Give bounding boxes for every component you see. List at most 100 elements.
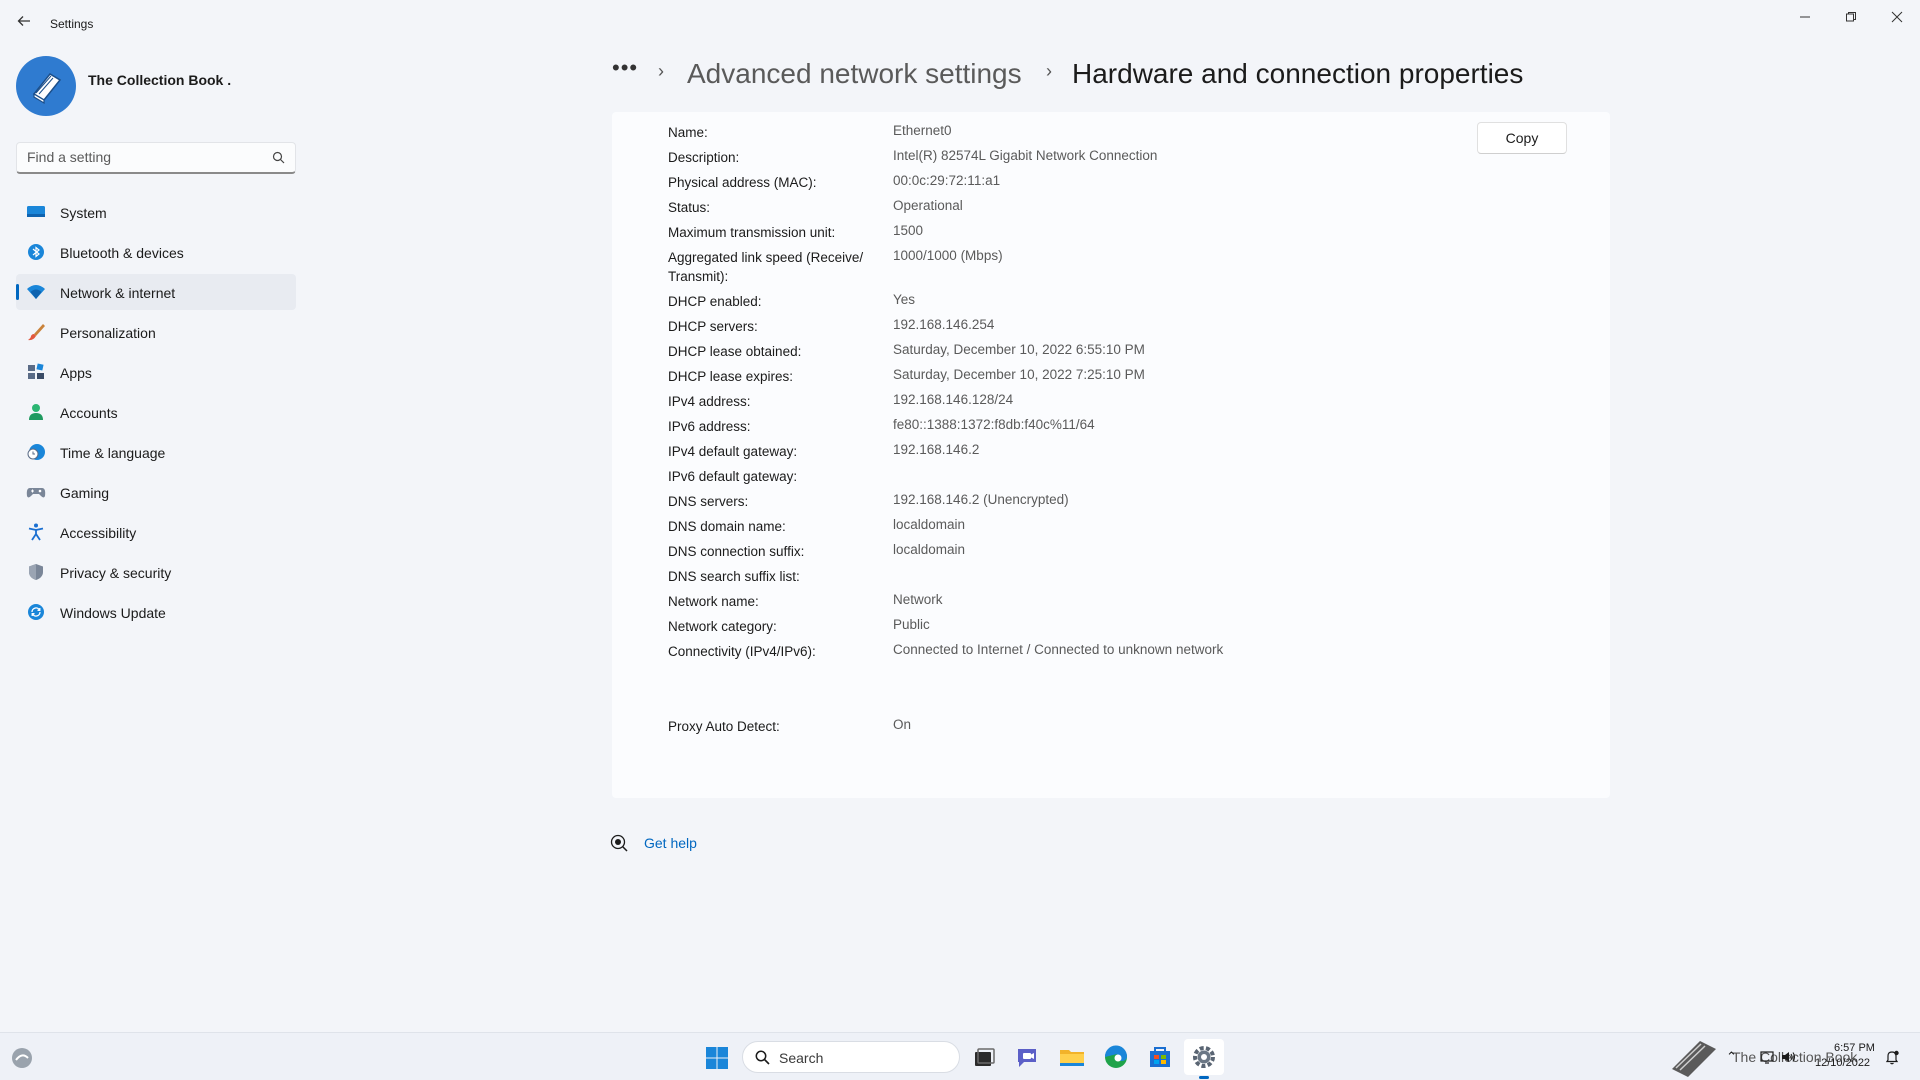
sidebar-item-label: Network & internet <box>60 285 176 301</box>
property-label: DHCP servers: <box>668 319 758 334</box>
close-button[interactable] <box>1874 4 1920 34</box>
window-title: Settings <box>50 17 94 31</box>
breadcrumb-parent-link[interactable]: Advanced network settings <box>687 58 1022 90</box>
sidebar-nav: System Bluetooth & devices Network & int… <box>16 194 296 634</box>
property-value: localdomain <box>893 542 966 557</box>
sidebar-item-label: Gaming <box>60 485 110 501</box>
back-arrow-icon[interactable] <box>12 12 36 36</box>
windows-logo-icon <box>706 1047 728 1069</box>
property-label: Name: <box>668 125 708 140</box>
page-title: Hardware and connection properties <box>1072 58 1524 89</box>
property-label: Proxy Auto Detect: <box>668 719 780 734</box>
property-label: DNS domain name: <box>668 519 786 534</box>
start-button[interactable] <box>705 1046 729 1075</box>
property-value: Saturday, December 10, 2022 7:25:10 PM <box>893 367 1145 382</box>
get-help-link[interactable]: Get help <box>644 835 697 851</box>
sidebar-item-system[interactable]: System <box>16 194 296 230</box>
property-value: Operational <box>893 198 963 213</box>
notification-bell-icon[interactable] <box>1884 1049 1900 1070</box>
wifi-icon <box>26 283 46 301</box>
property-label: IPv6 address: <box>668 419 751 434</box>
property-value: 1000/1000 (Mbps) <box>893 248 1003 263</box>
property-label: Status: <box>668 200 711 215</box>
title-bar: Settings <box>0 0 1920 48</box>
show-hidden-icons-chevron[interactable]: ⌃ <box>1726 1049 1737 1065</box>
sidebar-item-apps[interactable]: Apps <box>16 354 296 390</box>
property-value: 192.168.146.128/24 <box>893 392 1014 407</box>
help-chat-icon <box>610 834 628 857</box>
widgets-icon[interactable] <box>10 1046 34 1075</box>
property-value: localdomain <box>893 517 966 532</box>
sidebar-item-privacy-security[interactable]: Privacy & security <box>16 554 296 590</box>
brush-icon <box>26 323 46 341</box>
sidebar-item-bluetooth[interactable]: Bluetooth & devices <box>16 234 296 270</box>
taskbar-search[interactable]: Search <box>742 1041 960 1073</box>
property-value: Network <box>893 592 943 607</box>
property-label: DNS servers: <box>668 494 749 509</box>
taskbar: Search The Collection Book ⌃ 6:57 PM 12/… <box>0 1032 1920 1080</box>
property-label: DHCP enabled: <box>668 294 762 309</box>
sidebar-item-label: Accessibility <box>60 525 137 541</box>
accessibility-icon <box>26 523 46 541</box>
copy-button[interactable]: Copy <box>1477 122 1567 154</box>
sidebar-item-label: System <box>60 205 107 221</box>
property-label: Maximum transmission unit: <box>668 225 836 240</box>
search-icon <box>755 1050 770 1070</box>
sidebar-item-network[interactable]: Network & internet <box>16 274 296 310</box>
sidebar-item-personalization[interactable]: Personalization <box>16 314 296 350</box>
property-label: DNS search suffix list: <box>668 569 800 584</box>
property-label: Network category: <box>668 619 777 634</box>
sidebar-item-label: Apps <box>60 365 92 381</box>
property-value: Public <box>893 617 930 632</box>
property-label: DHCP lease obtained: <box>668 344 802 359</box>
system-icon <box>26 203 46 221</box>
microsoft-store-icon[interactable] <box>1146 1043 1174 1071</box>
gamepad-icon <box>26 483 46 501</box>
book-watermark-icon <box>1668 1035 1720 1080</box>
property-label: Aggregated link speed (Receive/ Transmit… <box>668 250 864 284</box>
property-value: Intel(R) 82574L Gigabit Network Connecti… <box>893 148 1158 163</box>
sidebar-item-accounts[interactable]: Accounts <box>16 394 296 430</box>
property-value: 192.168.146.2 <box>893 442 980 457</box>
user-profile[interactable]: The Collection Book . <box>16 56 296 118</box>
property-label: IPv4 address: <box>668 394 751 409</box>
property-label: IPv6 default gateway: <box>668 469 798 484</box>
more-options-icon[interactable]: ••• <box>612 55 638 81</box>
shield-icon <box>26 563 46 581</box>
property-value: 192.168.146.2 (Unencrypted) <box>893 492 1069 507</box>
sidebar-item-windows-update[interactable]: Windows Update <box>16 594 296 630</box>
property-value: 00:0c:29:72:11:a1 <box>893 173 1001 188</box>
sidebar-item-label: Windows Update <box>60 605 166 621</box>
search-input[interactable] <box>27 149 267 165</box>
sidebar-item-accessibility[interactable]: Accessibility <box>16 514 296 550</box>
property-value: fe80::1388:1372:f8db:f40c%11/64 <box>893 417 1095 432</box>
properties-card: Copy Name: Ethernet0 Description: Intel(… <box>612 112 1610 798</box>
apps-icon <box>26 363 46 381</box>
minimize-button[interactable] <box>1782 4 1828 34</box>
network-tray-icon[interactable] <box>1760 1049 1776 1070</box>
find-setting-search[interactable] <box>16 142 296 174</box>
book-logo-icon <box>32 73 62 105</box>
sidebar-item-time-language[interactable]: Time & language <box>16 434 296 470</box>
property-label: Network name: <box>668 594 759 609</box>
clock-time[interactable]: 6:57 PM <box>1834 1042 1875 1054</box>
profile-name: The Collection Book . <box>88 72 232 88</box>
restore-button[interactable] <box>1828 4 1874 34</box>
property-label: DHCP lease expires: <box>668 369 794 384</box>
property-label: Physical address (MAC): <box>668 175 817 190</box>
property-label: IPv4 default gateway: <box>668 444 798 459</box>
file-explorer-icon[interactable] <box>1058 1043 1086 1071</box>
sidebar-item-gaming[interactable]: Gaming <box>16 474 296 510</box>
property-label: Connectivity (IPv4/IPv6): <box>668 644 816 659</box>
clock-date[interactable]: 12/10/2022 <box>1815 1057 1870 1069</box>
sidebar-item-label: Personalization <box>60 325 156 341</box>
taskbar-search-label: Search <box>779 1050 824 1066</box>
volume-tray-icon[interactable] <box>1780 1049 1796 1070</box>
property-value: On <box>893 717 912 732</box>
property-value: Connected to Internet / Connected to unk… <box>893 642 1224 657</box>
edge-browser-icon[interactable] <box>1102 1043 1130 1071</box>
avatar <box>16 56 76 116</box>
teams-chat-icon[interactable] <box>1014 1043 1042 1071</box>
settings-app-icon[interactable] <box>1184 1039 1224 1079</box>
task-view-icon[interactable] <box>970 1043 998 1071</box>
